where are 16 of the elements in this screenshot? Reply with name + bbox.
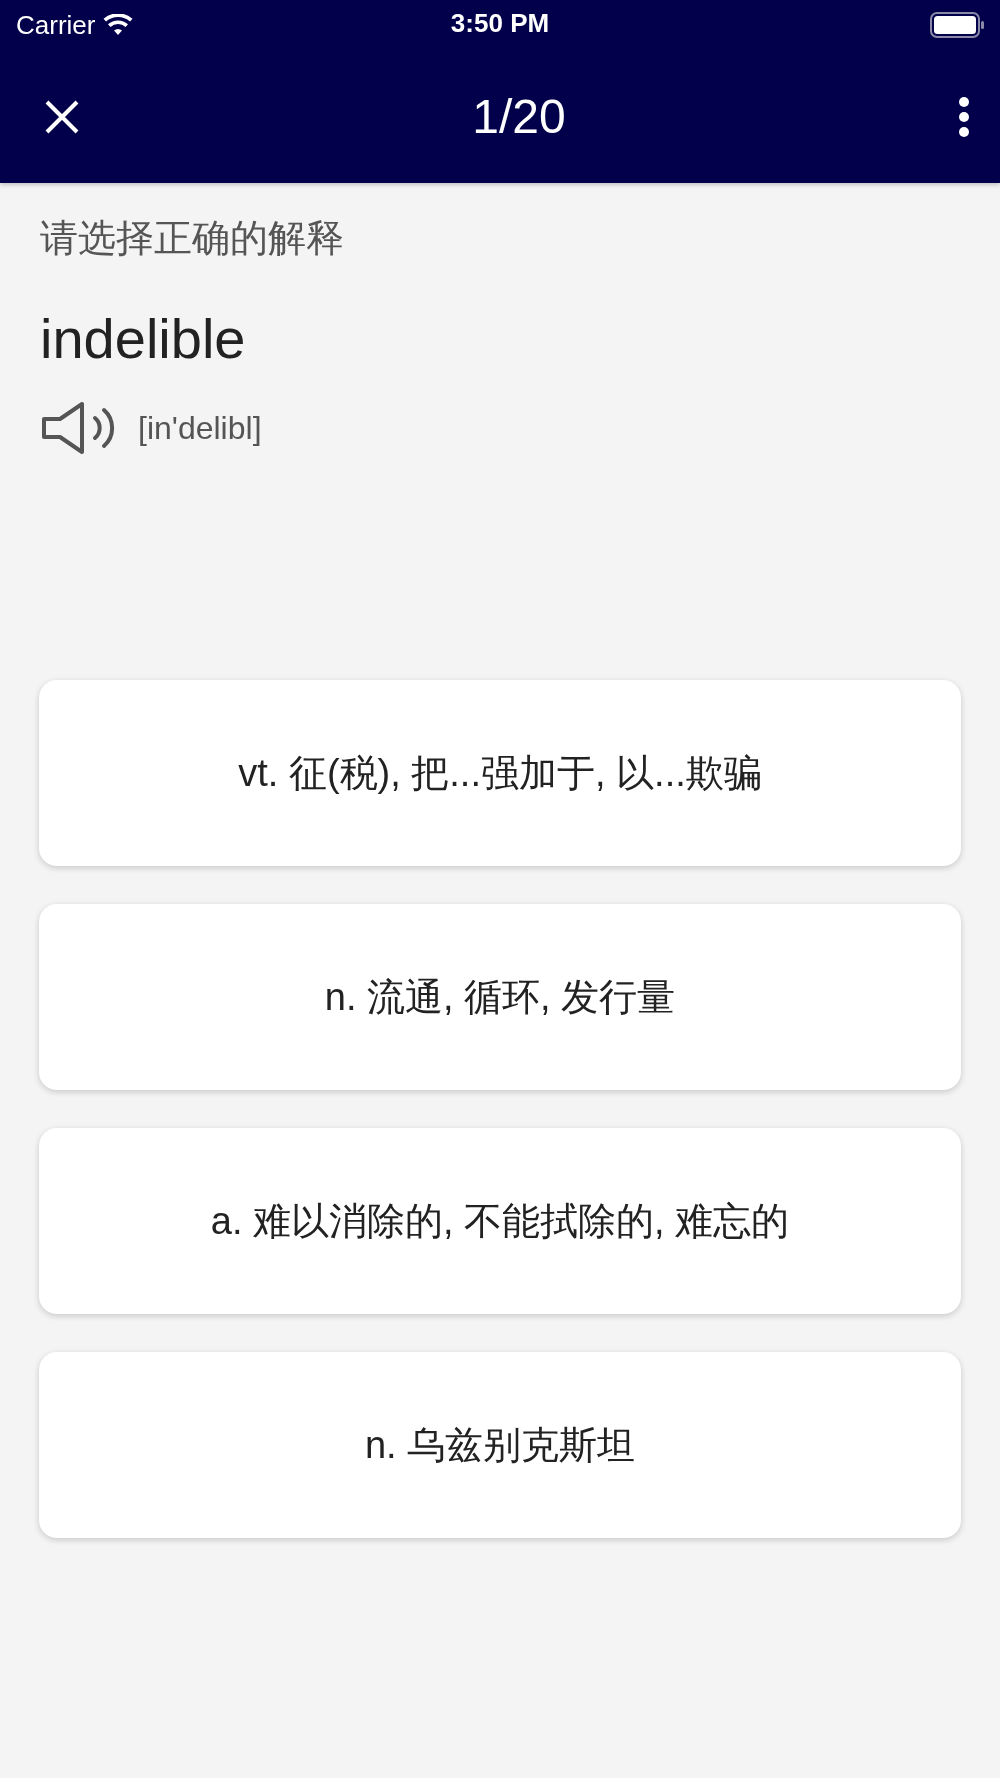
close-icon	[44, 98, 80, 135]
answer-option[interactable]: n. 乌兹别克斯坦	[39, 1352, 961, 1538]
wifi-icon	[103, 14, 134, 36]
phonetic-text: [in'delibl]	[138, 409, 262, 447]
clock-time: 3:50 PM	[450, 8, 550, 39]
answer-option[interactable]: a. 难以消除的, 不能拭除的, 难忘的	[39, 1128, 961, 1314]
battery-icon	[930, 12, 986, 38]
progress-title: 1/20	[472, 89, 566, 144]
answer-option[interactable]: vt. 征(税), 把...强加于, 以...欺骗	[39, 680, 961, 866]
quiz-word: indelible	[40, 306, 246, 371]
carrier-name: Carrier	[16, 9, 96, 41]
close-button[interactable]	[44, 98, 80, 135]
more-icon	[958, 96, 970, 137]
more-button[interactable]	[958, 96, 970, 137]
instruction-text: 请选择正确的解释	[40, 216, 344, 261]
answer-option[interactable]: n. 流通, 循环, 发行量	[39, 904, 961, 1090]
